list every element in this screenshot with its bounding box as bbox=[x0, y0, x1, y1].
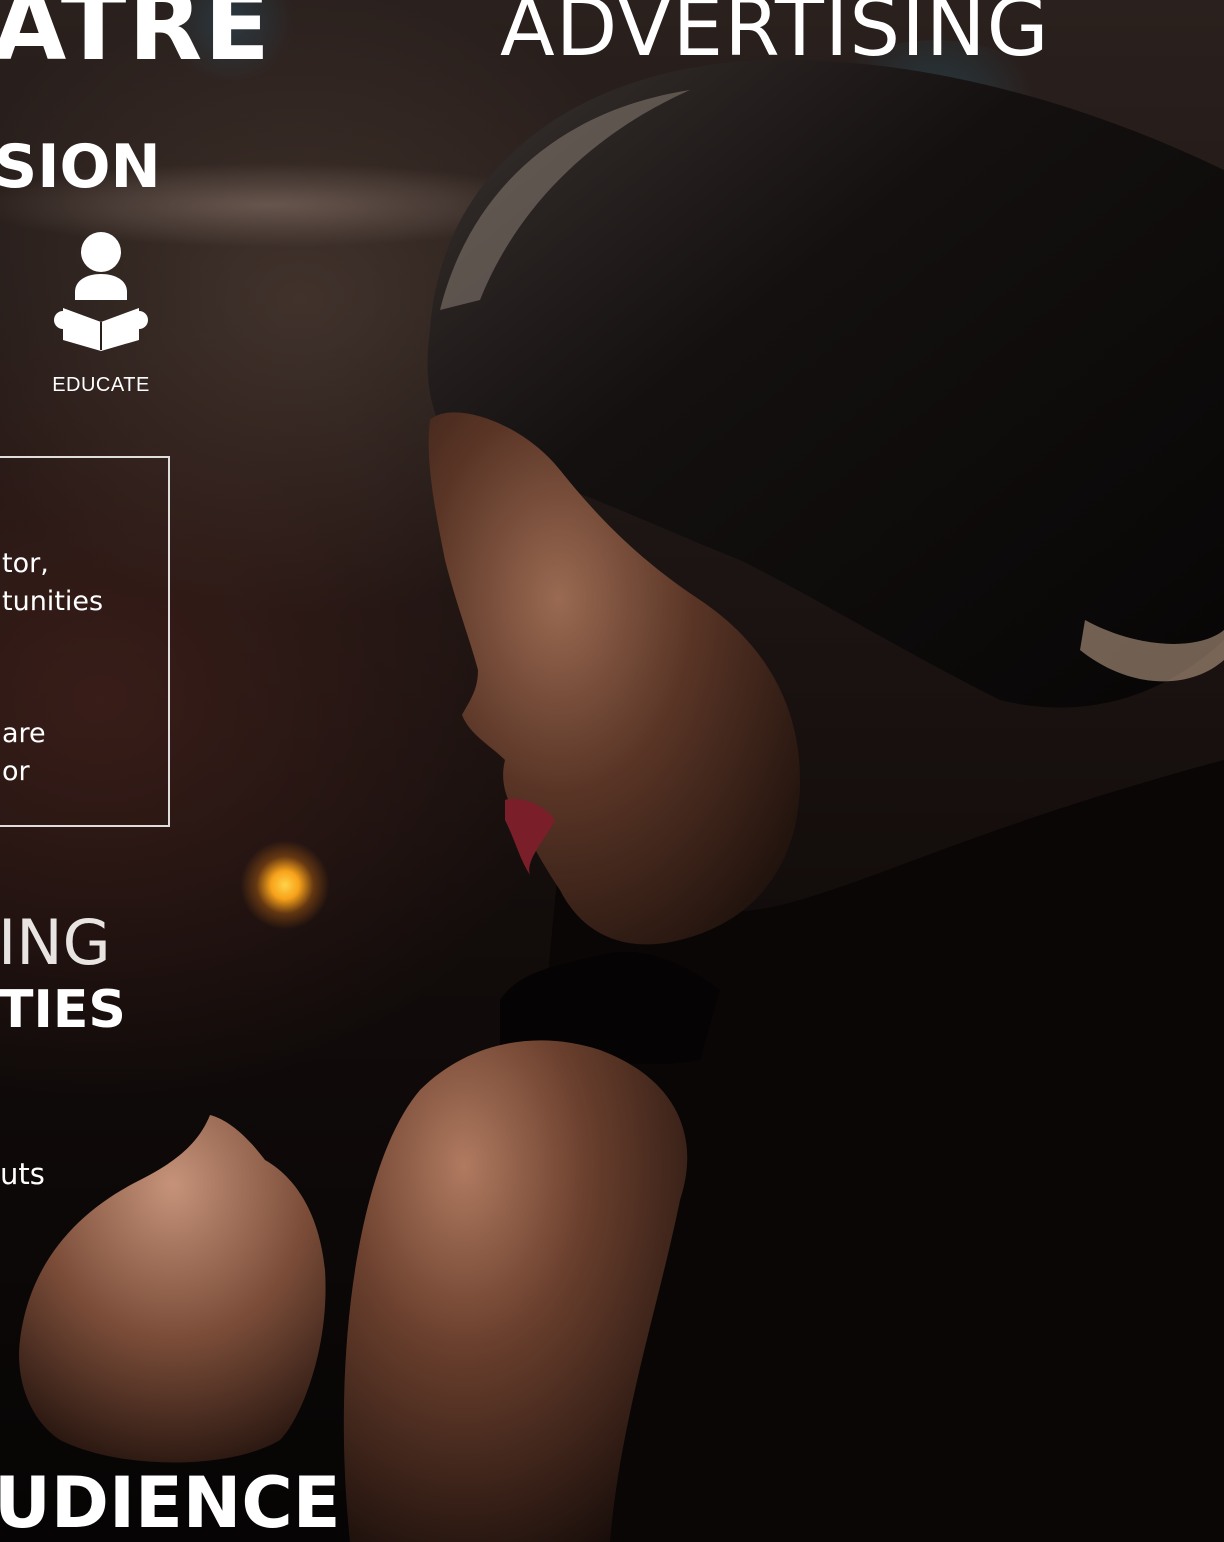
theatre-heading: ATRE bbox=[0, 0, 272, 82]
opportunities-heading-line-1: ING bbox=[0, 906, 111, 979]
hair-highlight bbox=[440, 90, 690, 310]
ruffle-collar bbox=[500, 951, 720, 1065]
info-box-line: tor, bbox=[2, 548, 49, 579]
advertising-heading: ADVERTISING bbox=[500, 0, 1050, 74]
shoulder-shape bbox=[343, 1040, 688, 1542]
advertising-page: ATRE ADVERTISING SION EDUCATE tor, tunit… bbox=[0, 0, 1224, 1542]
opportunities-body-text: uts bbox=[0, 1157, 45, 1191]
face-shape bbox=[428, 412, 800, 945]
opportunities-heading-line-2: TIES bbox=[0, 980, 126, 1040]
info-box-line: tunities bbox=[2, 586, 104, 617]
info-box-line: are bbox=[2, 718, 46, 749]
educate-item: EDUCATE bbox=[46, 230, 156, 397]
mission-heading: SION bbox=[0, 132, 161, 202]
audience-heading: UDIENCE bbox=[0, 1462, 341, 1542]
educate-label: EDUCATE bbox=[52, 374, 150, 396]
info-box: tor, tunities are or bbox=[0, 456, 170, 827]
hair-shape bbox=[427, 59, 1224, 708]
hair-rim-light bbox=[1080, 620, 1224, 682]
lips bbox=[505, 798, 555, 875]
person-reading-icon bbox=[54, 232, 148, 351]
bokeh-light-teal-large bbox=[860, 370, 1130, 640]
hand-shape bbox=[19, 1115, 326, 1463]
bokeh-light-amber bbox=[240, 840, 330, 930]
info-box-line: or bbox=[2, 756, 30, 787]
performer-photo bbox=[19, 59, 1224, 1542]
neck-shape bbox=[500, 760, 1224, 1542]
